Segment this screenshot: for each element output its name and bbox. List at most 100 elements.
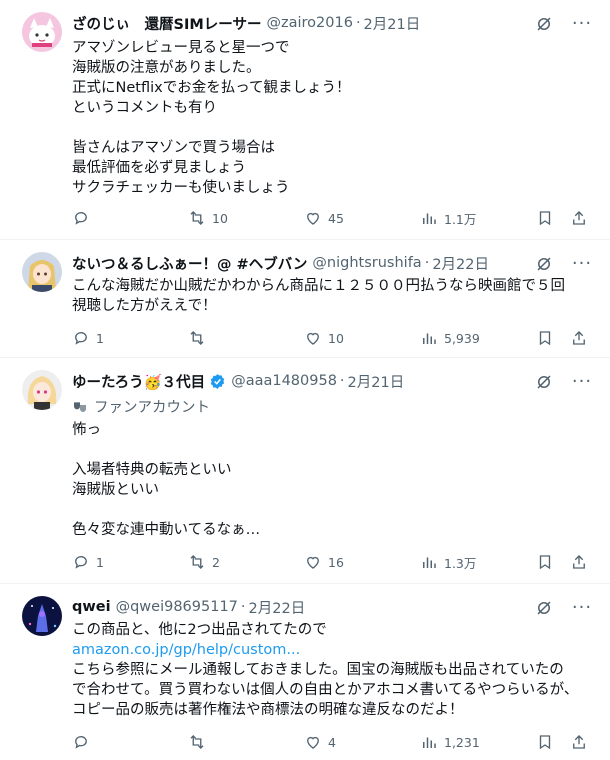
fan-account-label: ファンアカウント xyxy=(94,400,210,416)
more-icon[interactable]: ··· xyxy=(572,598,592,618)
like-icon xyxy=(307,212,319,225)
display-name[interactable]: ないつ＆るしふぁー！@ #ヘブバン xyxy=(72,253,307,274)
retweet-count: 2 xyxy=(212,554,220,570)
views-button[interactable]: 1.1万 xyxy=(420,206,476,230)
display-name[interactable]: ざのじぃ 還暦SIMレーサー xyxy=(72,13,261,34)
avatar[interactable] xyxy=(22,252,62,292)
views-count: 1.3万 xyxy=(444,555,477,571)
like-count: 45 xyxy=(328,210,344,226)
retweet-button[interactable] xyxy=(188,730,206,754)
like-icon xyxy=(307,556,319,569)
bookmark-button[interactable] xyxy=(536,550,554,574)
like-count: 16 xyxy=(328,554,344,570)
views-count: 1.1万 xyxy=(444,211,477,227)
bookmark-button[interactable] xyxy=(536,326,554,350)
user-handle[interactable]: @zairo2016 xyxy=(266,15,352,31)
views-button[interactable]: 1.3万 xyxy=(420,550,476,574)
display-name[interactable]: qwei xyxy=(72,599,111,615)
retweet-icon xyxy=(190,555,204,569)
share-icon xyxy=(573,331,585,345)
tweet-actions: 10 45 1.1万 xyxy=(66,206,596,230)
tweet[interactable]: ないつ＆るしふぁー！@ #ヘブバン @nightsrushifa · 2月22日… xyxy=(0,240,610,358)
tweet[interactable]: ゆーたろう🥳３代目 @aaa1480958 · 2月21日 ··· ファンアカウ… xyxy=(0,358,610,584)
like-count: 10 xyxy=(328,330,344,346)
user-handle[interactable]: @qwei98695117 xyxy=(116,599,238,615)
separator-dot: · xyxy=(240,599,246,615)
display-name[interactable]: ゆーたろう🥳３代目 xyxy=(72,371,205,392)
tweet-text: こんな海賊だか山賊だかわからん商品に１２５００円払うなら映画館で５回 視聴した方… xyxy=(72,278,565,314)
share-button[interactable] xyxy=(570,326,588,350)
like-icon xyxy=(307,736,319,749)
tweet-actions: 1 10 5,939 xyxy=(66,326,596,350)
user-handle[interactable]: @aaa1480958 xyxy=(231,373,337,389)
tweet-text: 怖っ 入場者特典の転売といい 海賊版といい 色々変な連中動いてるなぁ… xyxy=(72,422,261,538)
views-icon xyxy=(423,213,436,224)
views-icon xyxy=(423,737,436,748)
reply-icon xyxy=(75,736,87,749)
bookmark-icon xyxy=(539,211,551,226)
views-count: 5,939 xyxy=(444,330,480,346)
more-icon[interactable]: ··· xyxy=(572,14,592,34)
reply-button[interactable] xyxy=(72,730,90,754)
share-icon xyxy=(573,211,585,225)
grok-icon[interactable] xyxy=(534,254,554,274)
views-count: 1,231 xyxy=(444,734,480,750)
like-button[interactable]: 4 xyxy=(304,730,336,754)
tweet[interactable]: ざのじぃ 還暦SIMレーサー @zairo2016 · 2月21日 ··· アマ… xyxy=(0,0,610,240)
like-icon xyxy=(307,332,319,345)
reply-count: 1 xyxy=(96,330,104,346)
amazon-link[interactable]: amazon.co.jp/gp/help/custom... xyxy=(72,642,300,658)
bookmark-icon xyxy=(539,331,551,346)
tweet-text-rest: こちら参照にメール通報しておきました。国宝の海賊版も出品されていたの で合わせて… xyxy=(72,662,579,718)
tweet-header: ないつ＆るしふぁー！@ #ヘブバン @nightsrushifa · 2月22日 xyxy=(72,252,530,274)
share-icon xyxy=(573,735,585,749)
grok-icon[interactable] xyxy=(534,598,554,618)
timestamp[interactable]: 2月22日 xyxy=(249,597,306,618)
tweet-text: この商品と、他に2つ出品されてたので amazon.co.jp/gp/help/… xyxy=(72,620,586,720)
separator-dot: · xyxy=(339,373,345,389)
separator-dot: · xyxy=(355,15,361,31)
retweet-count: 10 xyxy=(212,210,228,226)
views-icon xyxy=(423,333,436,344)
tweet[interactable]: qwei @qwei98695117 · 2月22日 ··· この商品と、他に2… xyxy=(0,584,610,760)
share-button[interactable] xyxy=(570,550,588,574)
like-button[interactable]: 10 xyxy=(304,326,344,350)
timestamp[interactable]: 2月21日 xyxy=(348,371,405,392)
views-button[interactable]: 1,231 xyxy=(420,730,480,754)
timestamp[interactable]: 2月21日 xyxy=(364,13,421,34)
grok-icon[interactable] xyxy=(534,14,554,34)
share-button[interactable] xyxy=(570,206,588,230)
more-icon[interactable]: ··· xyxy=(572,254,592,274)
views-button[interactable]: 5,939 xyxy=(420,326,480,350)
retweet-button[interactable]: 10 xyxy=(188,206,228,230)
verified-badge-icon xyxy=(209,373,226,390)
reply-button[interactable]: 1 xyxy=(72,550,104,574)
reply-button[interactable]: 1 xyxy=(72,326,104,350)
avatar[interactable] xyxy=(22,596,62,636)
like-button[interactable]: 45 xyxy=(304,206,344,230)
bookmark-icon xyxy=(539,555,551,570)
tweet-text-line: この商品と、他に2つ出品されてたので xyxy=(72,622,327,638)
tweet-text: アマゾンレビュー見ると星一つで 海賊版の注意がありました。 正式にNetflix… xyxy=(72,40,351,196)
user-handle[interactable]: @nightsrushifa xyxy=(312,255,421,271)
bookmark-button[interactable] xyxy=(536,730,554,754)
reply-icon xyxy=(75,332,87,345)
separator-dot: · xyxy=(424,255,430,271)
reply-button[interactable] xyxy=(72,206,90,230)
bookmark-button[interactable] xyxy=(536,206,554,230)
retweet-button[interactable] xyxy=(188,326,206,350)
avatar[interactable] xyxy=(22,12,62,52)
timestamp[interactable]: 2月22日 xyxy=(432,253,489,274)
retweet-icon xyxy=(190,735,204,749)
retweet-button[interactable]: 2 xyxy=(188,550,220,574)
more-icon[interactable]: ··· xyxy=(572,372,592,392)
retweet-icon xyxy=(190,331,204,345)
share-button[interactable] xyxy=(570,730,588,754)
share-icon xyxy=(573,555,585,569)
like-count: 4 xyxy=(328,734,336,750)
grok-icon[interactable] xyxy=(534,372,554,392)
tweet-header: ゆーたろう🥳３代目 @aaa1480958 · 2月21日 xyxy=(72,370,530,392)
like-button[interactable]: 16 xyxy=(304,550,344,574)
reply-icon xyxy=(75,556,87,569)
avatar[interactable] xyxy=(22,370,62,410)
